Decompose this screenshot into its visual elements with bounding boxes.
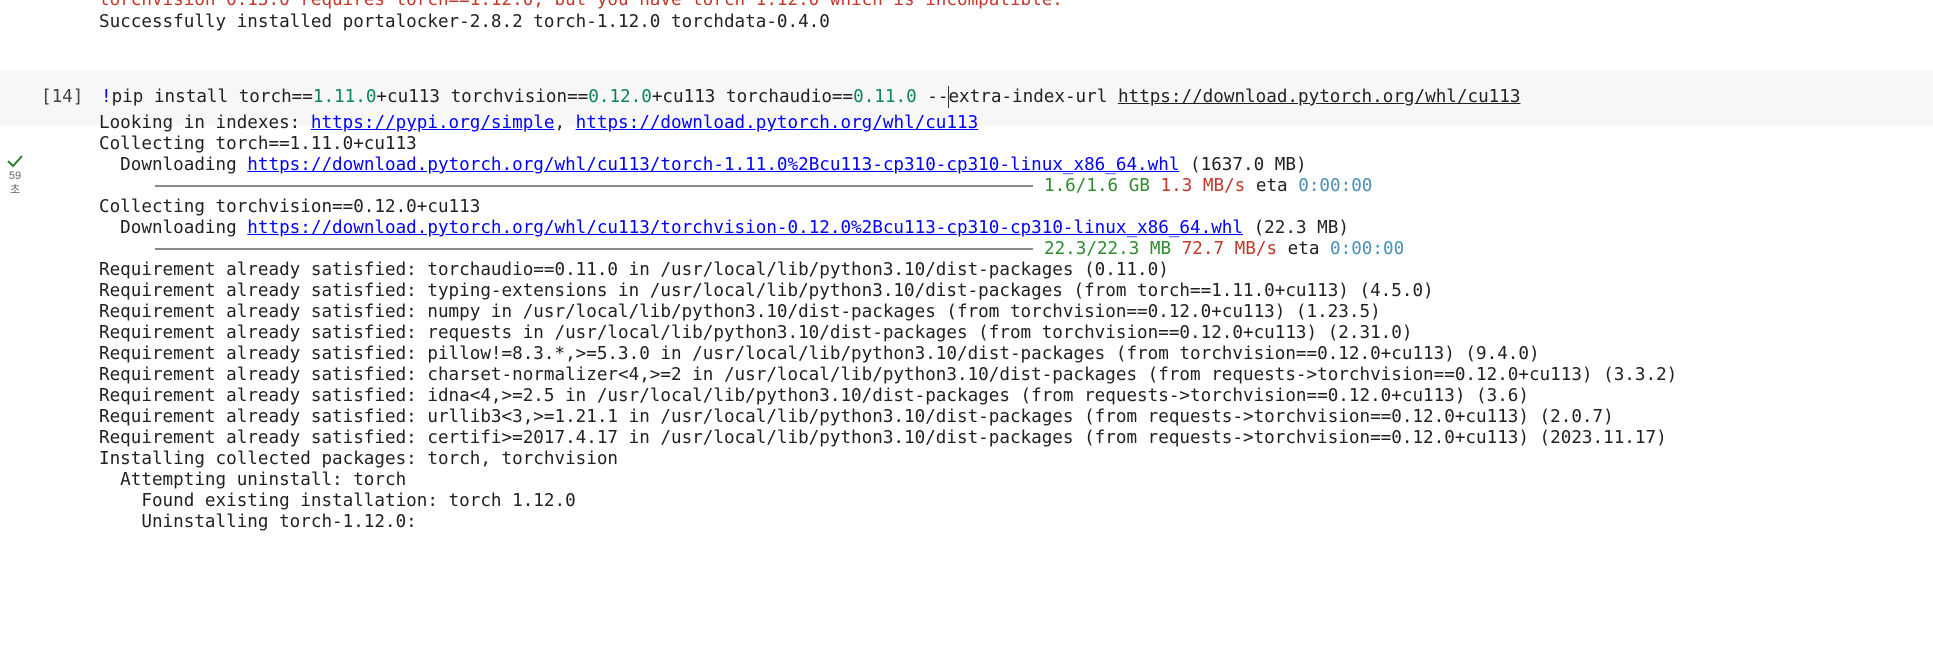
- code-number: 0.12.0: [588, 87, 652, 107]
- code-editor[interactable]: !pip install torch==1.11.0+cu113 torchvi…: [101, 84, 1520, 110]
- download-link[interactable]: https://download.pytorch.org/whl/cu113/t…: [247, 218, 1243, 238]
- output-line: Uninstalling torch-1.12.0:: [99, 512, 417, 532]
- output-text: Downloading: [99, 218, 248, 238]
- progress-track: [155, 185, 1033, 187]
- output-text: ,: [554, 113, 576, 133]
- index-link[interactable]: https://download.pytorch.org/whl/cu113: [576, 113, 979, 133]
- code-number: 1.11.0: [312, 87, 377, 107]
- code-text: +cu113 torchaudio==: [651, 87, 854, 107]
- code-text: extra-index-url: [948, 87, 1118, 107]
- execution-count[interactable]: [14]: [41, 84, 83, 110]
- eta-label: eta: [1255, 176, 1288, 196]
- output-text: Downloading: [99, 155, 248, 175]
- success-line: Successfully installed portalocker-2.8.2…: [99, 12, 830, 32]
- progress-amount: 22.3/22.3 MB: [1044, 239, 1172, 259]
- previous-output: torchvision 0.13.0 requires torch==1.12.…: [0, 0, 1933, 40]
- progress-info: 1.6/1.6 GB 1.3 MB/s eta 0:00:00: [1044, 173, 1372, 199]
- output-text: (1637.0 MB): [1179, 155, 1307, 175]
- execution-time: 59: [8, 170, 22, 182]
- progress-amount: 1.6/1.6 GB: [1044, 176, 1150, 196]
- code-text: +cu113 torchvision==: [376, 87, 589, 107]
- code-url-link[interactable]: https://download.pytorch.org/whl/cu113: [1118, 87, 1521, 107]
- progress-speed: 72.7 MB/s: [1181, 239, 1278, 259]
- index-link[interactable]: https://pypi.org/simple: [311, 113, 555, 133]
- cell-gutter: 59 초: [0, 70, 32, 196]
- eta-label: eta: [1287, 239, 1320, 259]
- code-text: --: [916, 87, 949, 107]
- progress-track: [155, 248, 1033, 250]
- progress-eta: 0:00:00: [1298, 176, 1373, 196]
- code-number: 0.11.0: [853, 87, 917, 107]
- execution-time-unit: 초: [9, 184, 21, 196]
- code-text: pip install torch==: [111, 87, 313, 107]
- code-bang: !: [101, 87, 112, 107]
- check-icon: [7, 155, 23, 168]
- download-link[interactable]: https://download.pytorch.org/whl/cu113/t…: [247, 155, 1179, 175]
- output-text: Looking in indexes:: [99, 113, 311, 133]
- output-text: (22.3 MB): [1242, 218, 1349, 238]
- progress-speed: 1.3 MB/s: [1160, 176, 1246, 196]
- progress-eta: 0:00:00: [1330, 239, 1405, 259]
